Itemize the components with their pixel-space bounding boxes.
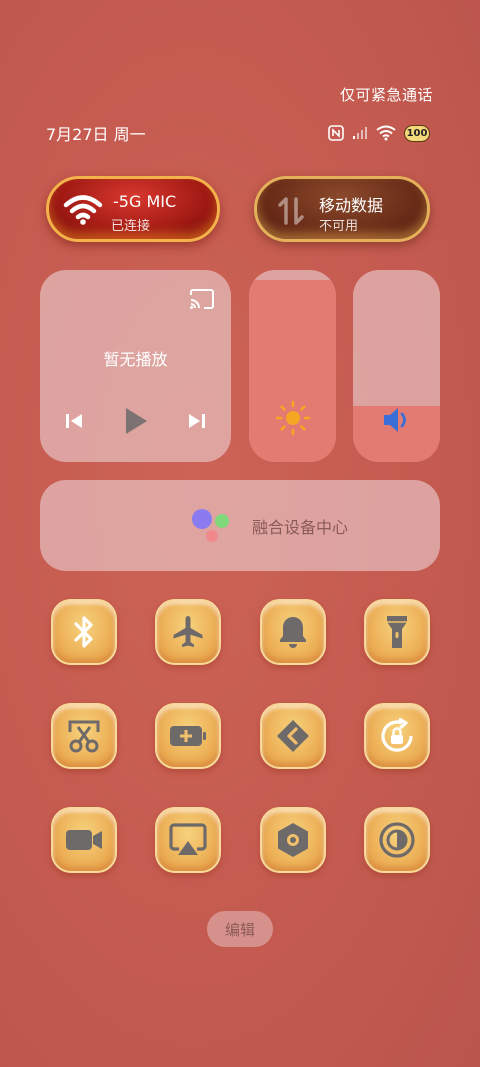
speaker-icon	[353, 404, 440, 436]
status-icons: 100	[328, 124, 430, 142]
bluetooth-toggle[interactable]	[51, 599, 117, 665]
hexagon-settings-icon	[274, 821, 312, 859]
share-toggle[interactable]	[260, 703, 326, 769]
airplane-icon	[170, 614, 206, 650]
wifi-icon	[63, 193, 103, 231]
sun-icon	[249, 400, 336, 436]
wifi-status-icon	[376, 125, 396, 141]
play-icon[interactable]	[123, 406, 149, 440]
data-transfer-icon	[271, 193, 311, 233]
next-icon[interactable]	[187, 411, 207, 435]
date-text: 7月27日 周一	[46, 125, 146, 144]
wifi-status-text: 已连接	[111, 219, 151, 234]
ringer-toggle[interactable]	[260, 599, 326, 665]
fusion-device-center[interactable]: 融合设备中心	[40, 480, 440, 571]
screen-record-toggle[interactable]	[51, 807, 117, 873]
brightness-slider[interactable]	[249, 270, 336, 462]
media-status-text: 暂无播放	[103, 350, 168, 369]
scissors-icon	[66, 718, 102, 754]
fusion-device-center-label: 融合设备中心	[252, 518, 349, 537]
airplay-icon	[169, 823, 207, 857]
rotation-lock-toggle[interactable]	[364, 703, 430, 769]
contrast-icon	[378, 821, 416, 859]
volume-slider[interactable]	[353, 270, 440, 462]
signal-icon	[352, 126, 368, 140]
mobile-data-toggle[interactable]: 移动数据 不可用	[254, 176, 430, 242]
wifi-network-name: -5G MIC	[113, 192, 177, 211]
status-bar: 7月27日 周一 100	[46, 122, 430, 144]
screenshot-toggle[interactable]	[51, 703, 117, 769]
cast-icon[interactable]	[189, 288, 215, 314]
flashlight-icon	[382, 613, 412, 651]
wifi-toggle[interactable]: -5G MIC 已连接	[46, 176, 220, 242]
mobile-data-label: 移动数据	[319, 196, 384, 215]
edit-button[interactable]: 编辑	[207, 911, 273, 947]
share-chevron-icon	[275, 718, 311, 754]
bell-icon	[276, 614, 310, 650]
airplane-mode-toggle[interactable]	[155, 599, 221, 665]
screen-cast-toggle[interactable]	[155, 807, 221, 873]
media-player-card[interactable]: 暂无播放	[40, 270, 231, 462]
previous-icon[interactable]	[64, 411, 84, 435]
rotation-lock-icon	[378, 717, 416, 755]
flashlight-toggle[interactable]	[364, 599, 430, 665]
nfc-icon	[328, 125, 344, 141]
video-camera-icon	[64, 826, 104, 854]
mobile-data-status: 不可用	[319, 219, 359, 234]
bluetooth-icon	[69, 614, 99, 650]
power-saving-toggle[interactable]	[155, 703, 221, 769]
dark-mode-toggle[interactable]	[364, 807, 430, 873]
emergency-call-text: 仅可紧急通话	[339, 86, 433, 104]
battery-plus-icon	[168, 722, 208, 750]
battery-icon: 100	[404, 124, 430, 142]
settings-toggle[interactable]	[260, 807, 326, 873]
fusion-dots-icon	[190, 508, 234, 544]
